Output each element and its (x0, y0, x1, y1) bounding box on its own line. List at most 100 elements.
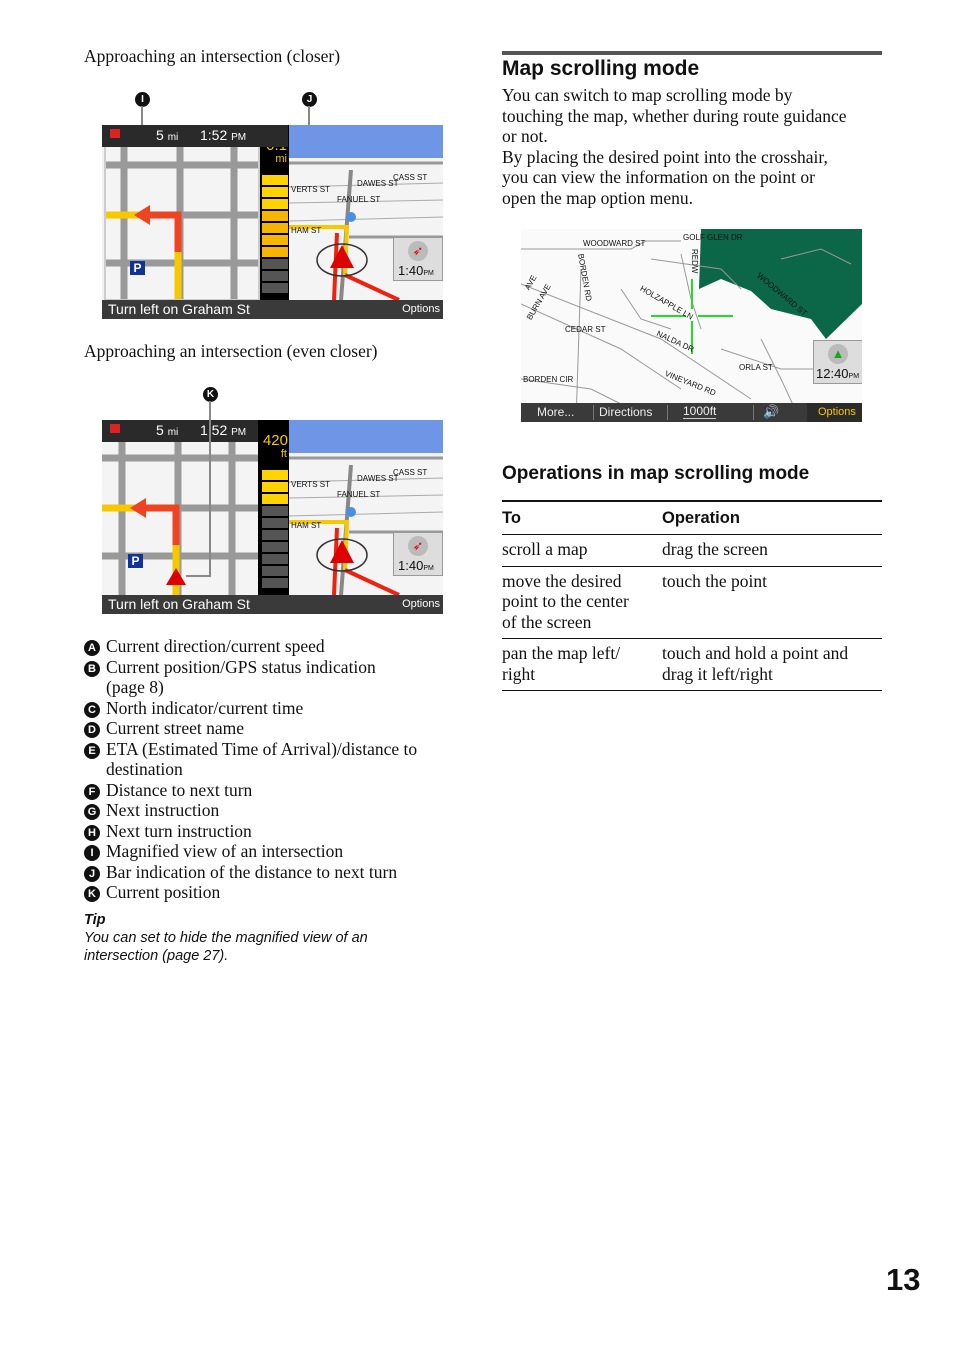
distance-to-destination: 5 (156, 422, 164, 438)
distance-bar-segment (262, 554, 288, 564)
eta-suffix: PM (231, 132, 247, 143)
header-operation: Operation (662, 508, 740, 527)
directions-button[interactable]: Directions (599, 405, 652, 419)
clock-suffix: PM (423, 565, 434, 572)
status-bar: 5 mi 1:52 PM (102, 420, 258, 442)
north-clock-widget[interactable]: ▲ 12:40PM (813, 340, 862, 384)
map-scroll-screen[interactable]: WOODWARD ST GOLF GLEN DR BORDEN RD REDW … (521, 229, 862, 422)
cell-line: pan the map left/ (502, 643, 621, 663)
distance-bar-column: 420 ft (258, 420, 289, 595)
legend-item: E ETA (Estimated Time of Arrival)/distanc… (84, 739, 417, 780)
legend-text-line: Current street name (106, 718, 245, 738)
paragraph-line: open the map option menu. (502, 187, 694, 208)
table-row: pan the map left/right touch and hold a p… (502, 639, 882, 691)
cell-line: drag it left/right (662, 663, 773, 684)
page-number: 13 (886, 1262, 921, 1297)
distance-bar-segment (262, 542, 288, 552)
legend-item: G Next instruction (84, 800, 219, 821)
eta: 1:52 (200, 422, 228, 438)
parking-icon: P (130, 261, 145, 275)
legend-item: B Current position/GPS status indication(… (84, 657, 376, 698)
destination-flag-icon (110, 424, 120, 433)
legend-badge: F (84, 783, 100, 800)
compass-icon: ➶ (408, 536, 428, 556)
callout-i: I (135, 92, 150, 107)
scale-indicator[interactable]: 1000ft (683, 404, 717, 419)
distance-bar-segment (262, 530, 288, 540)
callout-line-k (209, 401, 211, 576)
legend-badge: J (84, 865, 100, 882)
distance-bar-segment (262, 494, 288, 504)
legend-badge: H (84, 824, 100, 841)
next-instruction: Turn left on Graham St (108, 596, 250, 612)
distance-bar-segment (262, 271, 288, 281)
table-cell-to: scroll a map (502, 535, 662, 567)
legend-text-line: Next instruction (106, 800, 220, 820)
nav-screen-even-closer[interactable]: VERTS ST DAWES ST CASS ST FANUEL ST HAM … (102, 420, 443, 614)
legend-badge: C (84, 701, 100, 718)
legend-badge: G (84, 804, 100, 820)
volume-icon[interactable]: 🔊 (763, 404, 779, 420)
nav-screen-closer[interactable]: VERTS ST DAWES ST CASS ST FANUEL ST HAM … (102, 125, 443, 319)
legend-text: Current position (106, 882, 220, 903)
distance-bar-segment (262, 482, 288, 492)
distance-bar-segment (262, 518, 288, 528)
legend-text-line: Current position/GPS status indication (106, 656, 376, 677)
legend-item: H Next turn instruction (84, 821, 252, 842)
legend-badge: K (84, 886, 100, 902)
clock: 12:40 (816, 366, 849, 381)
section-heading: Map scrolling mode (502, 57, 700, 80)
clock-suffix: PM (423, 270, 434, 277)
next-turn-unit: mi (275, 153, 287, 165)
options-button[interactable]: Options (818, 406, 856, 418)
legend-item: J Bar indication of the distance to next … (84, 862, 397, 883)
clock-suffix: PM (848, 373, 860, 380)
tip-line-1: You can set to hide the magnified view o… (84, 930, 368, 946)
legend-text: Distance to next turn (106, 780, 252, 801)
table-cell-op: touch the point (662, 566, 882, 639)
callout-k: K (203, 387, 218, 402)
instruction-bar: Turn left on Graham St Options (102, 300, 443, 319)
instruction-bar: Turn left on Graham St Options (102, 595, 443, 614)
street-label: BORDEN CIR (523, 375, 574, 384)
legend-text: ETA (Estimated Time of Arrival)/distance… (106, 739, 417, 780)
tip-title: Tip (84, 912, 106, 928)
cell-line: touch the point (662, 570, 767, 591)
main-map[interactable]: VERTS ST DAWES ST CASS ST FANUEL ST HAM … (289, 125, 443, 300)
main-map[interactable]: VERTS ST DAWES ST CASS ST FANUEL ST HAM … (289, 420, 443, 595)
callout-j: J (302, 92, 317, 107)
paragraph-line: you can view the information on the poin… (502, 167, 815, 187)
legend-item: K Current position (84, 882, 220, 903)
street-label: REDW (690, 249, 699, 274)
caption-closer: Approaching an intersection (closer) (84, 46, 341, 66)
cell-line: scroll a map (502, 539, 588, 559)
more-button[interactable]: More... (537, 405, 574, 419)
street-label: CASS ST (393, 173, 428, 182)
distance-bar-segment (262, 283, 288, 293)
legend-text-line: Magnified view of an intersection (106, 841, 344, 861)
cell-line: drag the screen (662, 539, 768, 559)
north-clock-widget[interactable]: ➶ 1:40PM (393, 237, 443, 281)
legend-item: A Current direction/current speed (84, 636, 325, 657)
paragraph-line: or not. (502, 126, 548, 146)
options-button[interactable]: Options (402, 598, 440, 610)
street-label: FANUEL ST (337, 490, 381, 499)
paragraph-line: touching the map, whether during route g… (502, 105, 847, 126)
distance-bar-segment (262, 211, 288, 221)
operations-heading: Operations in map scrolling mode (502, 463, 810, 484)
options-button[interactable]: Options (402, 303, 440, 315)
legend-text-line: North indicator/current time (106, 697, 304, 718)
table-cell-op: drag the screen (662, 535, 882, 567)
street-label: FANUEL ST (337, 195, 381, 204)
legend-badge: A (84, 640, 100, 656)
cell-line: move the desired (502, 570, 622, 591)
legend-text: Next instruction (106, 800, 219, 821)
north-clock-widget[interactable]: ➶ 1:40PM (393, 532, 443, 576)
distance-bar-segment (262, 223, 288, 233)
caption-even-closer: Approaching an intersection (even closer… (84, 341, 378, 361)
clock: 1:40 (398, 558, 424, 573)
table-cell-to: move the desired point to the center of th… (502, 566, 662, 639)
scroll-map-toolbar: More... Directions 1000ft 🔊 Options (521, 403, 862, 422)
eta-suffix: PM (231, 427, 247, 438)
legend-badge: B (84, 660, 100, 677)
